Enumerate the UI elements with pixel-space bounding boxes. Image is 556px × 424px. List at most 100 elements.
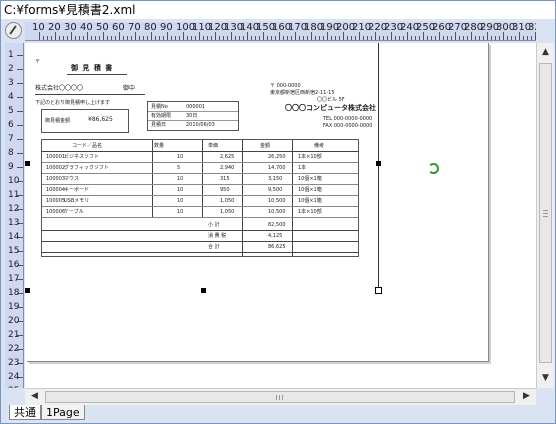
- hruler-major-tick: [471, 32, 472, 40]
- vruler-label: 5: [8, 106, 14, 116]
- hruler-minor-tick: [463, 36, 464, 40]
- hruler-minor-tick: [347, 36, 348, 40]
- hruler-minor-tick: [47, 36, 48, 40]
- hruler-label: 90: [160, 22, 173, 33]
- heading-underline: [67, 74, 127, 75]
- hruler-minor-tick: [131, 36, 132, 40]
- tab-common[interactable]: 共通: [9, 405, 41, 420]
- vruler-label: 14: [8, 232, 20, 242]
- table-cell-code: 100004: [46, 187, 66, 193]
- table-header-cell: 数量: [154, 143, 165, 149]
- hruler-major-tick: [327, 32, 328, 40]
- hruler-minor-tick: [339, 36, 340, 40]
- hruler-minor-tick: [235, 36, 236, 40]
- table-cell-amount: 10,500: [268, 209, 286, 215]
- page-sheet: 〒 御 見 積 書 〒 000-0000 東京都新宿区西新宿2-11-15 〇〇…: [27, 43, 489, 362]
- info-key: 見積日: [151, 122, 167, 128]
- hruler-minor-tick: [499, 36, 500, 40]
- rotate-icon[interactable]: [428, 163, 439, 174]
- summary-col-line: [242, 218, 243, 256]
- vruler-label: 13: [8, 218, 20, 228]
- table-cell-name: グラフィックソフト: [64, 165, 109, 171]
- hruler-minor-tick: [491, 36, 492, 40]
- hruler-minor-tick: [163, 36, 164, 40]
- vthumb-grip-1: [543, 210, 548, 211]
- hruler-minor-tick: [171, 36, 172, 40]
- vthumb-grip-3: [543, 216, 548, 217]
- hruler-minor-tick: [43, 36, 44, 40]
- selection-handle-bottom[interactable]: [201, 288, 206, 293]
- hruler-minor-tick: [191, 36, 192, 40]
- hruler-label: 80: [144, 22, 157, 33]
- hruler-minor-tick: [367, 36, 368, 40]
- designer-window: C:¥forms¥見積書2.xml 10 20 30 40 50 60 70 80 90 100 1…: [0, 0, 556, 424]
- tab-1page[interactable]: 1Page: [41, 405, 85, 420]
- info-value: 30日: [186, 113, 198, 119]
- horizontal-scrollbar[interactable]: ◀ ▶: [25, 388, 536, 405]
- summary-label: 合 計: [208, 244, 220, 250]
- table-cell-qty: 10: [177, 187, 184, 193]
- vruler-major-tick: [17, 153, 23, 154]
- hruler-minor-tick: [107, 36, 108, 40]
- hruler-major-tick: [375, 32, 376, 40]
- selection-handle-right[interactable]: [376, 161, 381, 166]
- scroll-right-button[interactable]: ▶: [519, 389, 534, 404]
- vruler-label: 7: [8, 134, 14, 144]
- hruler-minor-tick: [415, 36, 416, 40]
- design-canvas[interactable]: 〒 御 見 積 書 〒 000-0000 東京都新宿区西新宿2-11-15 〇〇…: [25, 43, 536, 388]
- summary-value: 4,125: [268, 233, 283, 239]
- vertical-guide-line: [378, 43, 379, 293]
- vruler-label: 11: [8, 190, 20, 200]
- vruler-major-tick: [17, 97, 23, 98]
- table-cell-name: マウス: [64, 176, 80, 182]
- info-value: 2010/06/03: [186, 122, 215, 128]
- selection-handle-left[interactable]: [25, 288, 30, 293]
- hruler-minor-tick: [495, 36, 496, 40]
- horizontal-scroll-thumb[interactable]: [45, 391, 515, 403]
- vruler-major-tick: [17, 55, 23, 56]
- table-row-line: [42, 217, 358, 218]
- table-cell-amount: 14,700: [268, 165, 286, 171]
- hruler-major-tick: [423, 32, 424, 40]
- vertical-scrollbar[interactable]: ▲ ▼: [536, 43, 554, 388]
- doc-customer: 株式会社〇〇〇〇: [35, 85, 84, 92]
- hruler-minor-tick: [115, 36, 116, 40]
- hruler-minor-tick: [147, 36, 148, 40]
- ruler-corner-icon[interactable]: [5, 22, 22, 39]
- hruler-minor-tick: [531, 36, 532, 40]
- hruler-minor-tick: [207, 36, 208, 40]
- info-key: 有効期限: [151, 113, 172, 119]
- hruler-minor-tick: [483, 36, 484, 40]
- hruler-label: 50: [96, 22, 109, 33]
- hruler-minor-tick: [395, 36, 396, 40]
- hruler-minor-tick: [223, 36, 224, 40]
- hruler-major-tick: [183, 32, 184, 40]
- scroll-left-button[interactable]: ◀: [27, 389, 42, 404]
- hruler-major-tick: [519, 32, 520, 40]
- hruler-minor-tick: [259, 36, 260, 40]
- hruler-major-tick: [247, 32, 248, 40]
- summary-line: [42, 252, 358, 253]
- vertical-scroll-thumb[interactable]: [539, 63, 552, 363]
- hruler-label: 60: [112, 22, 125, 33]
- table-cell-qty: 10: [177, 154, 184, 160]
- vruler-label: 6: [8, 120, 14, 130]
- table-cell-qty: 10: [177, 209, 184, 215]
- doc-building: 〇〇ビル 5F: [317, 97, 345, 103]
- hruler-minor-tick: [399, 36, 400, 40]
- resize-corner-handle[interactable]: [375, 287, 382, 294]
- selection-handle-left-mid[interactable]: [25, 161, 30, 166]
- scroll-down-button[interactable]: ▼: [538, 371, 553, 386]
- hruler-minor-tick: [435, 36, 436, 40]
- hruler-major-tick: [279, 32, 280, 40]
- hruler-minor-tick: [143, 36, 144, 40]
- doc-address: 東京都新宿区西新宿2-11-15: [270, 90, 335, 96]
- doc-zip: 〒 000-0000: [270, 83, 301, 89]
- table-cell-name: ビジネスソフト: [64, 154, 100, 160]
- hruler-minor-tick: [335, 36, 336, 40]
- info-row-line: [148, 120, 238, 121]
- hruler-minor-tick: [523, 36, 524, 40]
- hruler-major-tick: [407, 32, 408, 40]
- scroll-up-button[interactable]: ▲: [538, 45, 553, 60]
- hruler-minor-tick: [63, 36, 64, 40]
